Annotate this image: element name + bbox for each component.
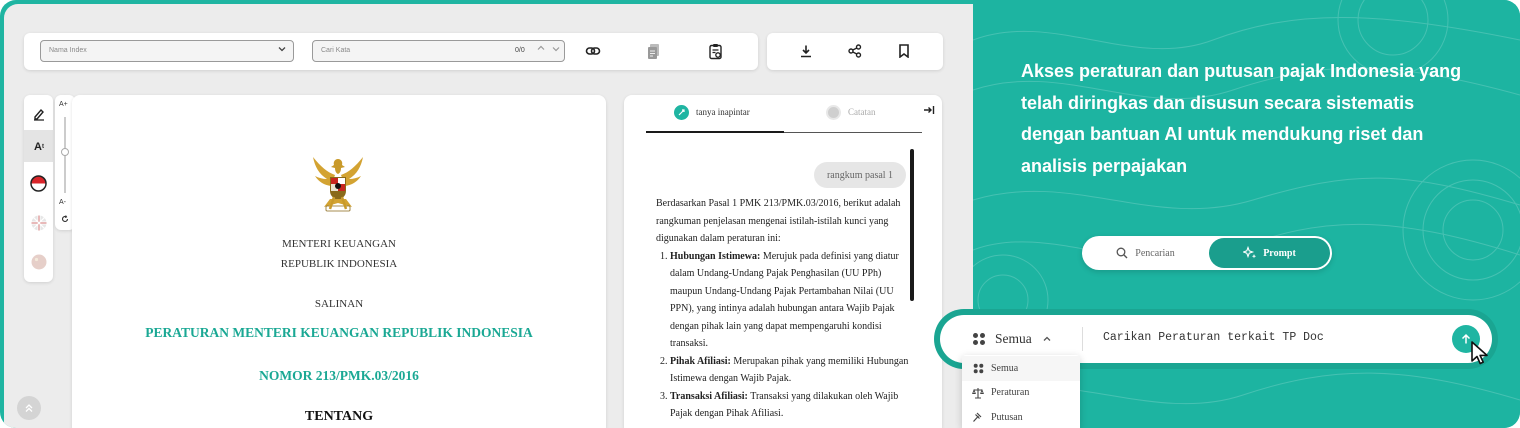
category-dropdown: Semua Peraturan Putusan xyxy=(962,355,1080,428)
bookmark-icon[interactable] xyxy=(896,43,912,59)
promo-headline: Akses peraturan dan putusan pajak Indone… xyxy=(1021,61,1462,176)
document-copy-icon[interactable] xyxy=(646,43,662,60)
china-flag-icon[interactable] xyxy=(30,253,47,270)
mode-search-button[interactable]: Pencarian xyxy=(1082,236,1209,270)
font-decrease-label[interactable]: A- xyxy=(59,199,66,206)
dropdown-item-peraturan[interactable]: Peraturan xyxy=(962,381,1080,406)
ai-response: Berdasarkan Pasal 1 PMK 213/PMK.03/2016,… xyxy=(656,195,916,423)
dropdown-item-label: Peraturan xyxy=(991,387,1030,399)
scale-icon xyxy=(972,387,984,399)
doc-line-republic: REPUBLIK INDONESIA xyxy=(280,258,398,270)
dropdown-item-semua[interactable]: Semua xyxy=(962,356,1080,381)
indonesia-flag-icon[interactable] xyxy=(30,175,47,192)
index-select-placeholder: Nama Index xyxy=(49,47,87,54)
tab-tanya-inapintar[interactable]: tanya inapintar xyxy=(646,95,784,133)
chevron-down-icon xyxy=(278,45,286,55)
collapse-panel-icon[interactable] xyxy=(922,103,936,117)
share-icon[interactable] xyxy=(847,43,863,59)
ai-response-intro: Berdasarkan Pasal 1 PMK 213/PMK.03/2016,… xyxy=(656,198,901,244)
list-item: Transaksi Afiliasi: Transaksi yang dilak… xyxy=(670,388,916,423)
index-select[interactable]: Nama Index xyxy=(40,40,294,62)
font-size-icon[interactable]: At xyxy=(31,139,47,155)
highlighter-icon[interactable] xyxy=(31,106,47,122)
font-increase-label[interactable]: A+ xyxy=(59,101,68,108)
reset-icon[interactable] xyxy=(60,214,70,224)
search-word-field[interactable]: Cari Kata 0/0 xyxy=(312,40,565,62)
tab-catatan[interactable]: Catatan xyxy=(784,95,922,133)
screenshot-frame: Nama Index Cari Kata 0/0 A t A+ A- MENTE… xyxy=(0,0,1520,428)
clipboard-search-icon[interactable] xyxy=(707,42,725,60)
doc-about: TENTANG xyxy=(304,409,374,424)
actions-bar xyxy=(767,33,943,70)
garuda-emblem xyxy=(308,153,368,217)
download-icon[interactable] xyxy=(798,43,814,59)
tab-catatan-label: Catatan xyxy=(848,107,876,117)
search-divider xyxy=(1082,327,1083,351)
gavel-icon xyxy=(972,411,984,423)
toolbar: Nama Index Cari Kata 0/0 xyxy=(24,33,758,70)
grid-icon xyxy=(972,362,984,374)
chevron-up-icon xyxy=(1043,336,1051,341)
sparkle-icon xyxy=(1243,246,1257,259)
notes-badge-icon xyxy=(826,105,841,120)
doc-title: PERATURAN MENTERI KEUANGAN REPUBLIK INDO… xyxy=(145,325,533,340)
doc-line-copy: SALINAN xyxy=(314,298,364,310)
dropdown-item-label: Semua xyxy=(991,362,1019,374)
chevron-up-icon[interactable] xyxy=(537,44,545,54)
search-word-placeholder: Cari Kata xyxy=(321,47,351,54)
list-item-term: Pihak Afiliasi: xyxy=(670,355,731,367)
doc-line-minister: MENTERI KEUANGAN xyxy=(282,238,396,250)
slider-thumb[interactable] xyxy=(61,148,69,156)
user-message-text: rangkum pasal 1 xyxy=(826,169,894,181)
category-select[interactable]: Semua xyxy=(972,328,1052,350)
mode-prompt-label: Prompt xyxy=(1263,247,1296,259)
dropdown-item-putusan[interactable]: Putusan xyxy=(962,405,1080,428)
dropdown-item-label: Putusan xyxy=(991,411,1023,423)
scroll-top-button[interactable] xyxy=(17,396,41,420)
document-viewer-app: Nama Index Cari Kata 0/0 A t A+ A- MENTE… xyxy=(4,4,973,428)
user-message-bubble: rangkum pasal 1 xyxy=(814,162,906,188)
document-page: MENTERI KEUANGAN REPUBLIK INDONESIA SALI… xyxy=(72,95,606,428)
match-count: 0/0 xyxy=(515,47,525,54)
doc-number: NOMOR 213/PMK.03/2016 xyxy=(259,368,419,383)
mode-prompt-button[interactable]: Prompt xyxy=(1209,238,1330,268)
list-item: Hubungan Istimewa: Merujuk pada definisi… xyxy=(670,248,916,353)
double-chevron-up-icon xyxy=(25,404,33,412)
mouse-cursor-icon xyxy=(1471,341,1488,365)
tool-column: At xyxy=(24,95,53,282)
uk-flag-icon[interactable] xyxy=(30,214,47,231)
sparkle-badge-icon xyxy=(674,105,689,120)
list-item-term: Transaksi Afiliasi: xyxy=(670,390,748,402)
list-item: Pihak Afiliasi: Merupakan pihak yang mem… xyxy=(670,353,916,388)
prompt-input[interactable]: Carikan Peraturan terkait TP Doc xyxy=(1103,331,1324,344)
list-item-desc: Merujuk pada definisi yang diatur dalam … xyxy=(670,250,899,350)
mode-toggle: Pencarian Prompt xyxy=(1082,236,1332,270)
list-item-term: Hubungan Istimewa: xyxy=(670,250,761,262)
category-selected-label: Semua xyxy=(995,331,1032,346)
chevron-down-icon[interactable] xyxy=(552,45,560,55)
search-icon xyxy=(1116,247,1128,259)
mode-search-label: Pencarian xyxy=(1135,247,1175,259)
link-icon[interactable] xyxy=(585,43,601,59)
grid-icon xyxy=(973,333,985,345)
ai-response-list: Hubungan Istimewa: Merujuk pada definisi… xyxy=(656,248,916,423)
tab-tanya-inapintar-label: tanya inapintar xyxy=(696,107,750,117)
chat-panel: tanya inapintar Catatan rangkum pasal 1 … xyxy=(624,95,942,428)
